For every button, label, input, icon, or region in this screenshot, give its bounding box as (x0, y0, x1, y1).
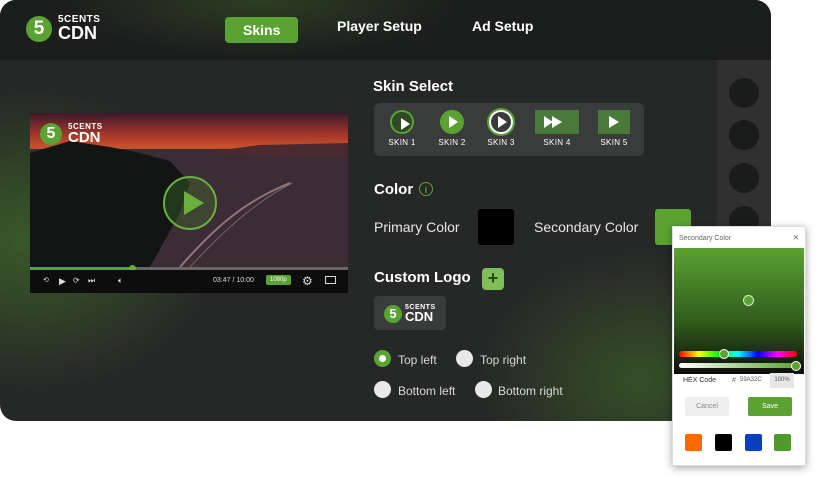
primary-color-swatch[interactable] (478, 209, 514, 245)
skin-label: SKIN 4 (543, 138, 571, 147)
opacity-handle[interactable] (791, 361, 801, 371)
big-play-button[interactable] (163, 176, 217, 230)
skin4-play-icon (535, 110, 579, 134)
secondary-color-label: Secondary Color (534, 219, 639, 235)
top-right-label: Top right (480, 353, 527, 367)
volume-icon[interactable]: 🔈︎ (118, 276, 123, 286)
side-button[interactable] (729, 78, 759, 108)
skin-label: SKIN 2 (438, 138, 466, 147)
skin-option-4[interactable]: SKIN 4 (535, 110, 579, 147)
fullscreen-icon[interactable] (325, 276, 336, 284)
preset-swatch-blue[interactable] (745, 434, 762, 451)
quality-badge[interactable]: 1080p (266, 275, 291, 285)
add-logo-button[interactable]: + (482, 268, 504, 290)
skin3-play-icon (489, 110, 513, 134)
tab-player-setup[interactable]: Player Setup (337, 18, 422, 34)
opacity-slider[interactable] (679, 361, 801, 371)
cancel-button[interactable]: Cancel (685, 397, 729, 416)
custom-logo-mark: 5 (384, 304, 402, 323)
rewind-icon[interactable]: ⟲ (43, 276, 49, 284)
top-nav-bar: 5 5CENTS CDN Skins Player Setup Ad Setup (0, 0, 771, 60)
preset-swatch-orange[interactable] (685, 434, 702, 451)
logo-mark: 5 (26, 15, 52, 42)
skin-option-5[interactable]: SKIN 5 (598, 110, 630, 147)
time-readout: 03:47 / 10:00 (213, 277, 254, 284)
tab-skins[interactable]: Skins (225, 17, 299, 43)
play-icon[interactable]: ▶ (59, 276, 66, 287)
skin-option-2[interactable]: SKIN 2 (438, 110, 466, 147)
radio-bottom-right[interactable] (475, 381, 492, 398)
skin-label: SKIN 1 (388, 138, 416, 147)
radio-bottom-left[interactable] (374, 381, 391, 398)
opacity-input[interactable]: 100% (770, 373, 794, 388)
skin-label: SKIN 5 (600, 138, 628, 147)
bottom-left-label: Bottom left (398, 384, 456, 398)
skin-option-1[interactable]: SKIN 1 (388, 110, 416, 147)
radio-top-left[interactable] (374, 350, 391, 367)
close-icon[interactable]: × (793, 232, 799, 244)
app-window: 5 5CENTS CDN Skins Player Setup Ad Setup… (0, 0, 771, 421)
color-heading: Color (374, 181, 414, 198)
top-left-label: Top left (398, 353, 437, 367)
tab-ad-setup[interactable]: Ad Setup (472, 18, 533, 34)
forward-icon[interactable]: ⟳ (73, 276, 80, 285)
skin-select-panel: SKIN 1 SKIN 2 SKIN 3 SKIN 4 SKIN 5 (374, 103, 644, 156)
info-icon[interactable]: i (419, 182, 433, 196)
picker-title: Secondary Color (679, 235, 732, 242)
skin5-play-icon (598, 110, 630, 134)
player-controls: ⟲ ▶ ⟳ ⏭ 🔈︎ 03:47 / 10:00 1080p ⚙ (30, 270, 348, 293)
skin-label: SKIN 3 (487, 138, 515, 147)
hue-slider[interactable] (679, 349, 797, 359)
skin2-play-icon (440, 110, 464, 134)
color-picker-dialog: Secondary Color × HEX Code # 59A32C 100%… (672, 226, 806, 466)
saturation-handle[interactable] (743, 295, 754, 306)
player-watermark: 5 5CENTS CDN (40, 123, 103, 145)
hue-handle[interactable] (719, 349, 729, 359)
custom-logo-preview[interactable]: 5 5CENTS CDN (374, 296, 446, 330)
hex-label: HEX Code (683, 377, 717, 384)
side-button[interactable] (729, 120, 759, 150)
brand-logo[interactable]: 5 5CENTS CDN (26, 15, 100, 42)
next-icon[interactable]: ⏭ (88, 276, 95, 286)
skin-option-3[interactable]: SKIN 3 (486, 110, 516, 147)
skin1-play-icon (390, 110, 414, 134)
logo-line2: CDN (58, 23, 97, 43)
side-button[interactable] (729, 163, 759, 193)
preset-swatch-black[interactable] (715, 434, 732, 451)
custom-logo-heading: Custom Logo (374, 269, 471, 286)
gear-icon[interactable]: ⚙ (302, 274, 313, 288)
radio-top-right[interactable] (456, 350, 473, 367)
preset-swatch-green[interactable] (774, 434, 791, 451)
bottom-right-label: Bottom right (498, 384, 563, 398)
hex-input[interactable]: 59A32C (738, 375, 772, 386)
skin-select-heading: Skin Select (373, 78, 454, 95)
watermark-line2: CDN (68, 129, 101, 146)
watermark-mark: 5 (40, 123, 62, 145)
save-button[interactable]: Save (748, 397, 792, 416)
custom-logo-line2: CDN (405, 309, 434, 324)
hex-hash: # (732, 377, 736, 384)
primary-color-label: Primary Color (374, 219, 460, 235)
video-preview[interactable]: 5 5CENTS CDN ⟲ ▶ ⟳ ⏭ 🔈︎ 03:47 / 10:00 10… (30, 113, 348, 293)
